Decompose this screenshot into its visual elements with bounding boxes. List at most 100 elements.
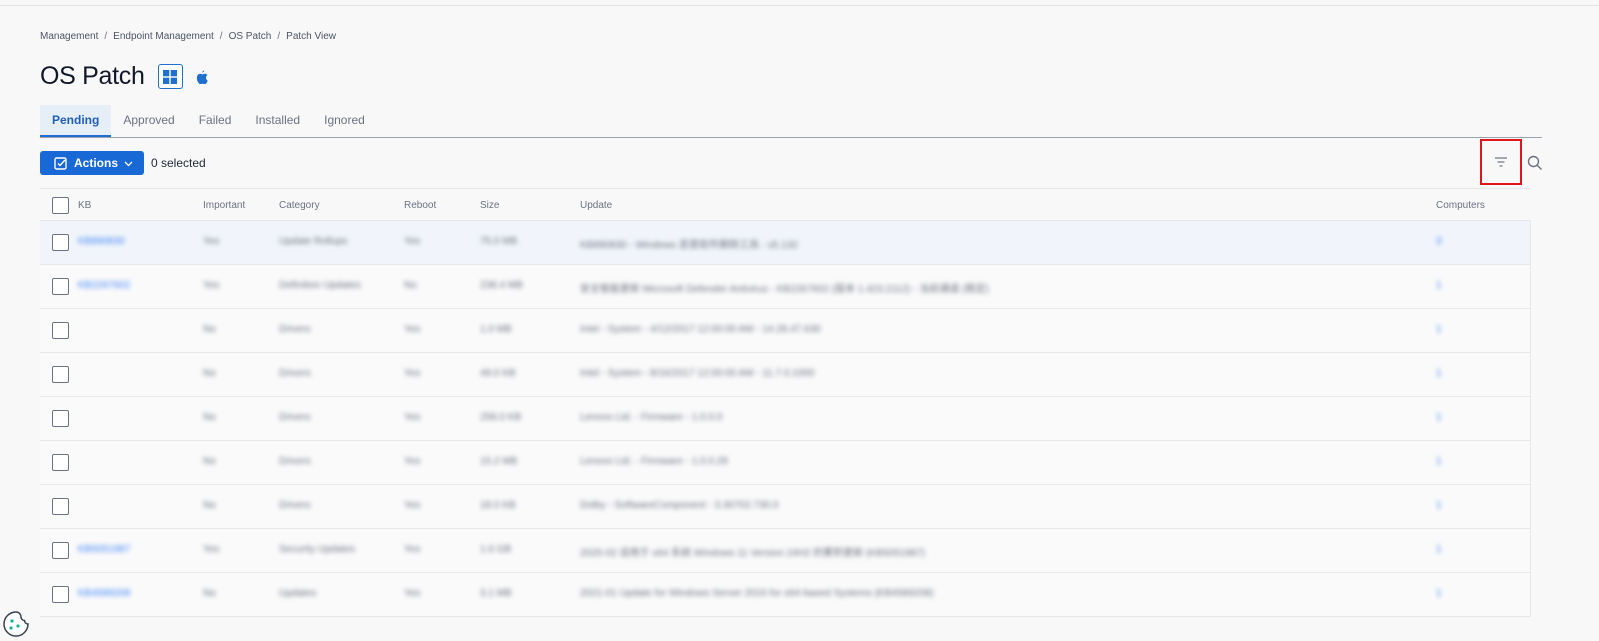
table-row[interactable]: KB2267602 Yes Definition Updates No 238.4 MB… [40, 265, 1531, 309]
cell-reboot: Yes [404, 544, 421, 555]
cell-category: Definition Updates [279, 280, 361, 291]
cell-category: Drivers [279, 500, 311, 511]
column-important[interactable]: Important [203, 200, 245, 211]
table-row[interactable]: No Drivers Yes 1.0 MB Intel - System - 4/12/… [40, 309, 1531, 353]
breadcrumb-separator: / [277, 31, 281, 42]
cookie-icon[interactable] [0, 604, 32, 641]
actions-label: Actions [74, 156, 119, 170]
cell-size: 1.0 MB [480, 324, 512, 335]
cell-kb[interactable]: KB2267602 [78, 280, 130, 291]
page-title: OS Patch [40, 62, 145, 90]
cell-important: No [203, 368, 216, 379]
column-kb[interactable]: KB [78, 200, 91, 211]
cell-update: 2021-01 Update for Windows Server 2016 f… [580, 588, 934, 599]
cell-computers[interactable]: 1 [1436, 280, 1442, 291]
breadcrumb-management[interactable]: Management [40, 31, 98, 42]
table-row[interactable]: No Drivers Yes 18.0 KB Dolby - SoftwareCompo… [40, 485, 1531, 529]
cell-important: No [203, 412, 216, 423]
cell-kb[interactable]: KB4589208 [78, 588, 130, 599]
cell-size: 49.0 KB [480, 368, 516, 379]
cell-size: 18.0 KB [480, 500, 516, 511]
cell-reboot: Yes [404, 368, 421, 379]
cell-category: Drivers [279, 368, 311, 379]
chevron-down-icon [124, 161, 133, 166]
cell-computers[interactable]: 1 [1436, 500, 1442, 511]
checkbox-icon [54, 157, 67, 170]
selected-count: 0 selected [151, 156, 206, 170]
top-divider [0, 5, 1599, 6]
cell-category: Drivers [279, 456, 311, 467]
cell-size: 75.0 MB [480, 236, 518, 247]
cell-reboot: Yes [404, 236, 421, 247]
cell-computers[interactable]: 1 [1436, 544, 1442, 555]
apple-icon [196, 70, 208, 84]
toolbar: Actions 0 selected [40, 139, 1550, 185]
cell-important: No [203, 500, 216, 511]
cell-important: No [203, 588, 216, 599]
patch-table: KB Important Category Reboot Size Update… [40, 188, 1531, 617]
cell-computers[interactable]: 1 [1436, 456, 1442, 467]
column-update[interactable]: Update [580, 200, 612, 211]
apple-os-button[interactable] [195, 69, 209, 85]
breadcrumb-separator: / [219, 31, 223, 42]
search-icon[interactable] [1527, 155, 1543, 171]
tab-failed[interactable]: Failed [187, 105, 244, 137]
cell-important: Yes [203, 236, 220, 247]
breadcrumb-endpoint-management[interactable]: Endpoint Management [113, 31, 214, 42]
cell-kb[interactable]: KB890830 [78, 236, 125, 247]
breadcrumb-patch-view: Patch View [286, 31, 336, 42]
cell-category: Updates [279, 588, 317, 599]
title-row: OS Patch [40, 62, 209, 91]
cell-kb[interactable]: KB5051987 [78, 544, 130, 555]
tab-approved[interactable]: Approved [111, 105, 186, 137]
select-all-checkbox[interactable] [52, 197, 69, 214]
cell-update: Lenovo Ltd. - Firmware - 1.0.0.29 [580, 456, 728, 467]
cell-computers[interactable]: 1 [1436, 588, 1442, 599]
column-reboot[interactable]: Reboot [404, 200, 436, 211]
cell-update: Lenovo Ltd. - Firmware - 1.0.0.0 [580, 412, 723, 423]
cell-update: Intel - System - 8/16/2017 12:00:00 AM -… [580, 368, 815, 379]
windows-os-button[interactable] [157, 64, 183, 89]
cell-category: Drivers [279, 324, 311, 335]
cell-update: 2025-02 适用于 x64 系统 Windows 11 Version 24… [580, 548, 925, 559]
table-row[interactable]: KB5051987 Yes Security Updates Yes 1.6 GB 202… [40, 529, 1531, 573]
cell-size: 1.6 GB [480, 544, 512, 555]
cell-update: 安全智能更新 Microsoft Defender Antivirus - KB… [580, 284, 989, 295]
table-row[interactable]: KB4589208 No Updates Yes 3.1 MB 2021-01 Updat… [40, 573, 1531, 617]
table-row[interactable]: No Drivers Yes 258.0 KB Lenovo Ltd. - Firmwa… [40, 397, 1531, 441]
cell-computers[interactable]: 1 [1436, 324, 1442, 335]
tab-pending[interactable]: Pending [40, 105, 112, 137]
row-checkbox[interactable] [52, 586, 69, 603]
breadcrumb-os-patch[interactable]: OS Patch [229, 31, 272, 42]
row-checkbox[interactable] [52, 322, 69, 339]
row-checkbox[interactable] [52, 498, 69, 515]
tab-installed[interactable]: Installed [243, 105, 312, 137]
column-size[interactable]: Size [480, 200, 499, 211]
table-row[interactable]: KB890830 Yes Update Rollups Yes 75.0 MB KB890… [40, 221, 1531, 265]
row-checkbox[interactable] [52, 234, 69, 251]
row-checkbox[interactable] [52, 454, 69, 471]
cell-important: No [203, 456, 216, 467]
cell-reboot: Yes [404, 588, 421, 599]
row-checkbox[interactable] [52, 410, 69, 427]
cell-computers[interactable]: 3 [1436, 236, 1442, 247]
table-row[interactable]: No Drivers Yes 15.2 MB Lenovo Ltd. - Firmwar… [40, 441, 1531, 485]
cell-reboot: Yes [404, 412, 421, 423]
actions-button[interactable]: Actions [40, 151, 144, 175]
cell-computers[interactable]: 1 [1436, 412, 1442, 423]
filter-button[interactable] [1480, 139, 1522, 185]
row-checkbox[interactable] [52, 542, 69, 559]
column-computers[interactable]: Computers [1436, 200, 1485, 211]
column-category[interactable]: Category [279, 200, 320, 211]
cell-size: 15.2 MB [480, 456, 518, 467]
breadcrumb-separator: / [104, 31, 108, 42]
table-row[interactable]: No Drivers Yes 49.0 KB Intel - System - 8/16… [40, 353, 1531, 397]
cell-computers[interactable]: 1 [1436, 368, 1442, 379]
row-checkbox[interactable] [52, 366, 69, 383]
breadcrumb: Management / Endpoint Management / OS Pa… [40, 31, 336, 42]
cell-important: Yes [203, 544, 220, 555]
cell-reboot: Yes [404, 456, 421, 467]
cell-size: 238.4 MB [480, 280, 523, 291]
tab-ignored[interactable]: Ignored [312, 105, 377, 137]
row-checkbox[interactable] [52, 278, 69, 295]
